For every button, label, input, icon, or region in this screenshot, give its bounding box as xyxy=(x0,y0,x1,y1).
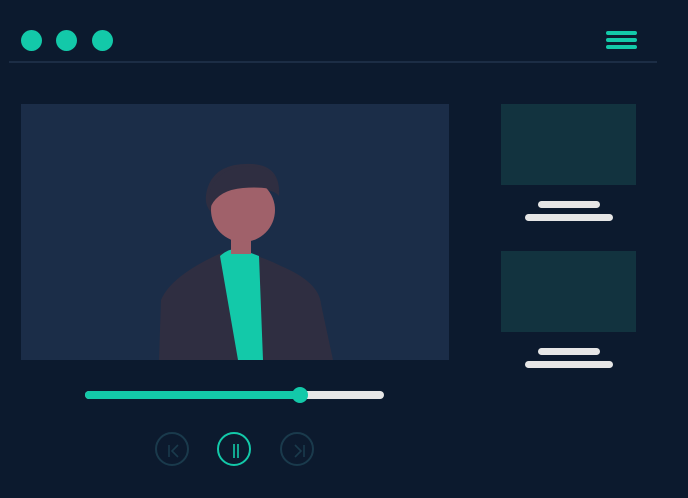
video-frame-illustration xyxy=(21,104,449,360)
window-dot-1[interactable] xyxy=(21,30,42,51)
video-player[interactable] xyxy=(21,104,449,360)
skip-previous-icon xyxy=(168,444,179,458)
previous-button[interactable] xyxy=(155,432,189,466)
playlist-item-1-title-line xyxy=(538,201,600,208)
skip-next-icon xyxy=(294,444,305,458)
playlist-item-2-subtitle-line xyxy=(525,361,613,368)
playlist-item-2-title-line xyxy=(538,348,600,355)
hamburger-icon[interactable] xyxy=(606,31,637,51)
progress-fill xyxy=(85,391,301,399)
playlist-item-1-subtitle-line xyxy=(525,214,613,221)
playlist-item-1-thumbnail[interactable] xyxy=(501,104,636,185)
pause-icon xyxy=(233,444,239,458)
header-divider xyxy=(9,61,657,63)
playlist-item-2-thumbnail[interactable] xyxy=(501,251,636,332)
progress-knob[interactable] xyxy=(292,387,309,403)
pause-button[interactable] xyxy=(217,432,251,466)
progress-bar[interactable] xyxy=(85,387,384,403)
window-dot-2[interactable] xyxy=(56,30,77,51)
window-dot-3[interactable] xyxy=(92,30,113,51)
next-button[interactable] xyxy=(280,432,314,466)
